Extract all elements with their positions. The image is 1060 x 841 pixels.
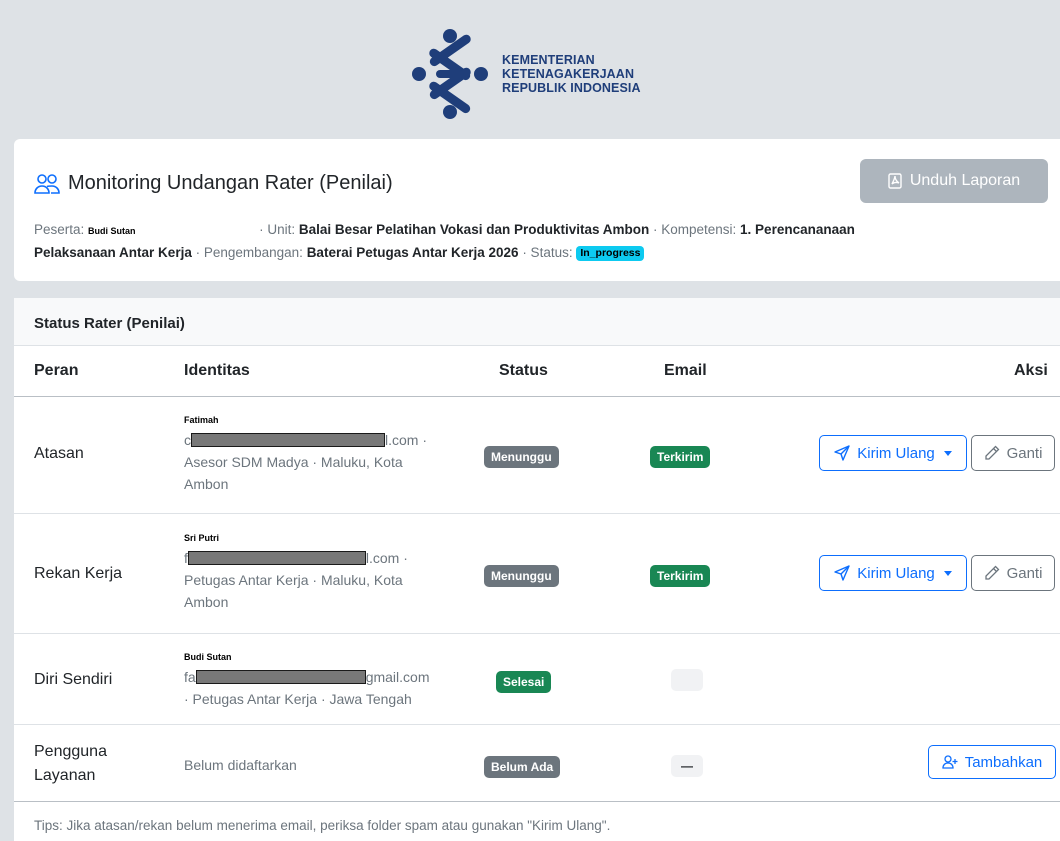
row-identity: Budi Sutan fa gmail.com · Petugas Antar K… <box>184 650 454 710</box>
row-divider <box>14 633 1060 634</box>
logo-line-3: REPUBLIK INDONESIA <box>502 81 641 95</box>
pengembangan-label: · Pengembangan: <box>195 245 303 260</box>
resend-label: Kirim Ulang <box>857 564 935 582</box>
replace-button[interactable]: Ganti <box>971 435 1055 471</box>
row-identity: Sri Putri f l.com · Petugas Antar Kerja ·… <box>184 531 454 613</box>
tips-text: Tips: Jika atasan/rekan belum menerima e… <box>34 818 611 833</box>
row-role: Rekan Kerja <box>34 565 123 582</box>
email-status-badge: Terkirim <box>650 565 711 587</box>
participant-info: Peserta: Budi Sutan · Unit: Balai Besar … <box>34 219 1044 264</box>
peserta-value: Budi Sutan <box>88 226 136 236</box>
row-role: Diri Sendiri <box>34 671 113 688</box>
row-role-line-2: Layanan <box>34 767 96 784</box>
col-header-identitas: Identitas <box>184 362 250 379</box>
rater-name: Sri Putri <box>184 533 220 543</box>
rater-name: Fatimah <box>184 415 219 425</box>
pengembangan-value: Baterai Petugas Antar Kerja 2026 <box>306 245 519 260</box>
col-header-email: Email <box>664 362 707 379</box>
chevron-down-icon <box>943 570 952 576</box>
row-role: Pengguna Layanan <box>34 740 107 788</box>
unit-value: Balai Besar Pelatihan Vokasi dan Produkt… <box>298 222 650 237</box>
row-identity: Fatimah c l.com · Asesor SDM Madya · Malu… <box>184 413 454 495</box>
kompetensi-value-cont: Pelaksanaan Antar Kerja <box>34 245 192 260</box>
row-divider <box>14 724 1060 725</box>
logo-line-1: KEMENTERIAN <box>502 53 595 67</box>
redacted-email <box>195 670 366 684</box>
resend-label: Kirim Ulang <box>857 444 935 462</box>
row-role-line-1: Pengguna <box>34 743 107 760</box>
page-title-text: Monitoring Undangan Rater (Penilai) <box>68 172 393 194</box>
download-report-button[interactable]: Unduh Laporan <box>860 159 1048 203</box>
page-title: Monitoring Undangan Rater (Penilai) <box>34 172 393 195</box>
send-icon <box>834 565 850 581</box>
download-report-label: Unduh Laporan <box>909 172 1021 189</box>
email-status-badge: — <box>671 755 703 777</box>
status-label: · Status: <box>522 245 573 260</box>
row-role: Atasan <box>34 445 84 462</box>
ministry-logo: KEMENTERIAN KETENAGAKERJAAN REPUBLIK IND… <box>412 28 641 120</box>
email-suffix: l.com · <box>385 432 427 448</box>
ministry-emblem-icon <box>412 29 488 119</box>
kompetensi-value: 1. Perencananaan <box>740 222 855 237</box>
replace-button[interactable]: Ganti <box>971 555 1055 591</box>
add-rater-label: Tambahkan <box>964 753 1043 771</box>
col-header-status: Status <box>499 362 548 379</box>
email-status-badge: Terkirim <box>650 446 711 468</box>
rater-detail-cont: Ambon <box>184 594 229 610</box>
email-status-badge: — <box>671 669 703 691</box>
add-rater-button[interactable]: Tambahkan <box>928 745 1056 779</box>
logo-line-2: KETENAGAKERJAAN <box>502 67 635 81</box>
col-header-aksi: Aksi <box>1014 362 1048 379</box>
card-title: Status Rater (Penilai) <box>34 315 185 332</box>
pencil-icon <box>984 565 999 580</box>
add-user-icon <box>942 755 958 769</box>
status-badge: Menunggu <box>484 446 559 468</box>
people-icon <box>34 173 60 195</box>
email-suffix: l.com · <box>365 550 408 566</box>
rater-detail: · Petugas Antar Kerja · Jawa Tengah <box>184 691 412 707</box>
redacted-email <box>191 433 385 447</box>
replace-label: Ganti <box>1006 564 1043 582</box>
rater-status-card: Status Rater (Penilai) Peran Identitas S… <box>14 298 1060 841</box>
summary-card: Monitoring Undangan Rater (Penilai) Undu… <box>14 139 1060 281</box>
rater-name: Budi Sutan <box>184 652 232 662</box>
email-prefix: fa <box>184 669 196 685</box>
page-header: KEMENTERIAN KETENAGAKERJAAN REPUBLIK IND… <box>0 0 1060 138</box>
card-header: Status Rater (Penilai) <box>14 298 1060 346</box>
chevron-down-icon <box>943 450 952 456</box>
resend-button[interactable]: Kirim Ulang <box>819 435 967 471</box>
replace-label: Ganti <box>1006 444 1043 462</box>
rater-detail: Petugas Antar Kerja · Maluku, Kota <box>184 572 403 588</box>
email-suffix: gmail.com <box>365 669 430 685</box>
pdf-file-icon <box>888 173 902 189</box>
status-badge: In_progress <box>576 246 645 261</box>
row-divider <box>14 513 1060 514</box>
rater-detail-cont: Ambon <box>184 476 229 492</box>
unit-label: · Unit: <box>259 222 296 237</box>
resend-button[interactable]: Kirim Ulang <box>819 555 967 591</box>
status-badge: Belum Ada <box>484 756 561 778</box>
peserta-label: Peserta: <box>34 222 85 237</box>
status-badge: Menunggu <box>484 565 559 587</box>
email-prefix: c <box>184 432 191 448</box>
status-badge: Selesai <box>496 671 552 693</box>
header-divider <box>14 396 1060 397</box>
table-bottom-divider <box>14 801 1060 802</box>
pencil-icon <box>984 445 999 460</box>
send-icon <box>834 445 850 461</box>
rater-detail: Asesor SDM Madya · Maluku, Kota <box>184 454 403 470</box>
kompetensi-label: · Kompetensi: <box>652 222 737 237</box>
redacted-email <box>187 551 366 565</box>
row-identity: Belum didaftarkan <box>184 757 297 773</box>
col-header-peran: Peran <box>34 362 79 379</box>
ministry-name: KEMENTERIAN KETENAGAKERJAAN REPUBLIK IND… <box>502 53 641 95</box>
